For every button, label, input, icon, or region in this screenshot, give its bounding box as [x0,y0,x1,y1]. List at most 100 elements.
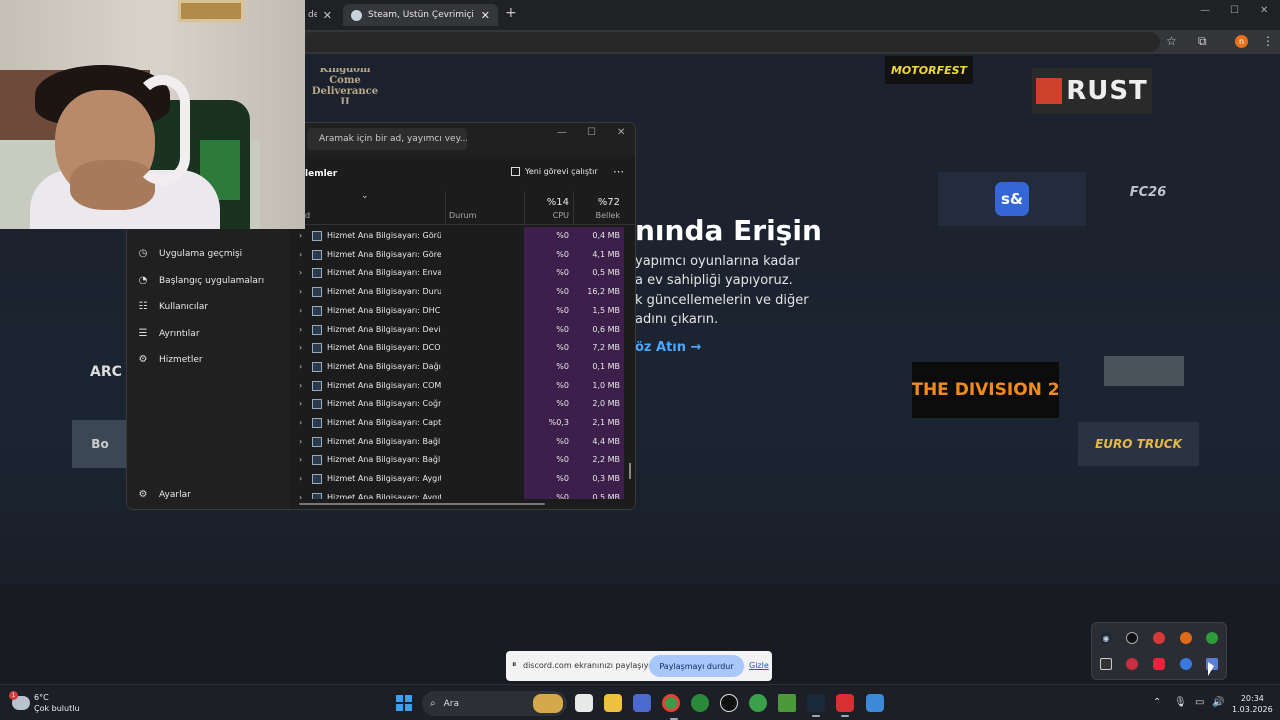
sidebar-item-settings[interactable]: ⚙ Ayarlar [137,489,191,500]
game-logo-small[interactable] [1104,356,1184,386]
weather-widget[interactable]: 1 6°C Çok bulutlu [9,691,80,714]
table-row[interactable]: › Hizmet Ana Bilgisayarı: Bağlı ... %0 2,2 … [290,451,635,470]
column-cpu[interactable]: CPU [527,211,569,220]
xbox-tray-icon[interactable] [1206,632,1218,644]
game-logo-motorfest[interactable]: MOTORFEST [885,56,973,84]
expand-chevron-icon[interactable]: › [299,493,302,499]
expand-chevron-icon[interactable]: › [299,381,302,390]
game-logo-division[interactable]: THE DIVISION 2 [912,362,1059,418]
close-window-icon[interactable]: ✕ [1260,5,1268,16]
hero-cta-link[interactable]: öz Atın → [635,340,701,355]
table-row[interactable]: › Hizmet Ana Bilgisayarı: Envant... %0 0,5 … [290,264,635,283]
expand-chevron-icon[interactable]: › [299,250,302,259]
table-row[interactable]: › Hizmet Ana Bilgisayarı: Duru... %0 16,2 M… [290,283,635,302]
cloud-tray-icon[interactable] [1180,658,1192,670]
extensions-icon[interactable]: ⧉ [1198,34,1207,49]
expand-chevron-icon[interactable]: › [299,343,302,352]
vertical-scrollbar[interactable] [629,463,631,479]
column-name[interactable]: d [305,211,310,220]
table-row[interactable]: › Hizmet Ana Bilgisayarı: DHCP ... %0 1,5 M… [290,302,635,321]
sidebar-item-users[interactable]: ☷ Kullanıcılar [137,301,209,312]
expand-chevron-icon[interactable]: › [299,437,302,446]
table-row[interactable]: › Hizmet Ana Bilgisayarı: Coğraf... %0 2,0 … [290,395,635,414]
table-row[interactable]: › Hizmet Ana Bilgisayarı: Görün... %0 0,4 M… [290,227,635,246]
taskbar-clock[interactable]: 20:34 1.03.2026 [1232,693,1273,715]
task-view-icon[interactable] [575,694,593,712]
game-logo-bo[interactable]: Bo [72,420,128,468]
more-icon[interactable]: ⋯ [613,165,624,178]
game-logo-euro-truck[interactable]: EURO TRUCK [1078,422,1199,466]
antivirus-tray-icon[interactable] [1153,632,1165,644]
table-row[interactable]: › Hizmet Ana Bilgisayarı: COM+... %0 1,0 MB [290,377,635,396]
game-logo-kcd[interactable]: Kingdom Come Deliverance II [305,68,385,104]
table-row[interactable]: › Hizmet Ana Bilgisayarı: Bağlı ... %0 4,4 … [290,433,635,452]
star-icon[interactable]: ☆ [1166,34,1177,48]
volume-icon[interactable]: 🔊 [1212,697,1224,708]
game-logo-sandbox[interactable]: s& [938,172,1086,226]
obs-icon[interactable] [720,694,738,712]
stop-sharing-button[interactable]: Paylaşmayı durdur [649,655,744,677]
file-explorer-icon[interactable] [604,694,622,712]
pause-icon[interactable]: ⏸ [512,660,517,670]
expand-chevron-icon[interactable]: › [299,325,302,334]
microphone-icon[interactable]: 🎙 [1174,697,1187,708]
sidebar-item-app-history[interactable]: ◷ Uygulama geçmişi [137,248,243,259]
horizontal-scrollbar[interactable] [299,503,545,505]
column-memory[interactable]: Bellek [572,211,620,220]
app-tray-icon[interactable] [1180,632,1192,644]
column-status[interactable]: Durum [449,211,476,220]
address-bar[interactable] [300,32,1160,52]
browser-tab-1[interactable]: de ✕ [300,4,340,26]
minimize-icon[interactable]: — [1200,5,1210,16]
table-row[interactable]: › Hizmet Ana Bilgisayarı: Görev ... %0 4,1 … [290,246,635,265]
expand-chevron-icon[interactable]: › [299,306,302,315]
expand-chevron-icon[interactable]: › [299,287,302,296]
expand-chevron-icon[interactable]: › [299,268,302,277]
minecraft-icon[interactable] [778,694,796,712]
collapse-chevron-icon[interactable]: ⌄ [361,191,369,201]
photos-icon[interactable] [866,694,884,712]
expand-chevron-icon[interactable]: › [299,362,302,371]
profile-avatar[interactable]: n [1235,35,1248,48]
expand-chevron-icon[interactable]: › [299,455,302,464]
expand-chevron-icon[interactable]: › [299,418,302,427]
expand-chevron-icon[interactable]: › [299,231,302,240]
table-row[interactable]: › Hizmet Ana Bilgisayarı: DCOM... %0 7,2 MB [290,339,635,358]
network-icon[interactable]: ▭ [1195,697,1204,708]
chevron-up-icon[interactable]: ⌃ [1153,697,1161,708]
chrome-icon[interactable] [662,694,680,720]
gaming-tray-icon[interactable] [1126,658,1138,670]
taskbar-search[interactable]: ⌕ Ara [422,691,567,716]
sidebar-item-details[interactable]: ☰ Ayrıntılar [137,328,200,339]
browser-menu-icon[interactable]: ⋮ [1262,34,1274,48]
game-app-icon[interactable] [836,694,854,717]
game-logo-rust[interactable]: RUST [1032,68,1152,114]
game-logo-fc[interactable]: FC26 [1110,176,1186,208]
table-row[interactable]: › Hizmet Ana Bilgisayarı: Dağıtıl... %0 0,1… [290,358,635,377]
obs-tray-icon[interactable] [1126,632,1138,644]
store-icon[interactable] [633,694,651,712]
close-icon[interactable]: ✕ [481,9,490,22]
expand-chevron-icon[interactable]: › [299,399,302,408]
minimize-icon[interactable]: — [557,127,567,138]
browser-tab-steam[interactable]: Steam, Üstün Çevrimiçi Oyun P ✕ [343,4,498,26]
task-manager-search-input[interactable]: Aramak için bir ad, yayımcı vey... [307,128,467,150]
game-logo-arc[interactable]: ARC [84,355,128,389]
media-tray-icon[interactable] [1153,658,1165,670]
new-tab-plus-icon[interactable]: + [505,5,517,21]
maximize-icon[interactable]: ☐ [587,127,596,138]
steam-app-icon[interactable] [807,694,825,717]
display-tray-icon[interactable] [1100,658,1112,670]
sidebar-item-services[interactable]: ⚙ Hizmetler [137,354,203,365]
run-new-task-button[interactable]: Yeni görevi çalıştır [511,167,598,176]
table-row[interactable]: › Hizmet Ana Bilgisayarı: Device... %0 0,6 … [290,321,635,340]
windows-start-icon[interactable] [396,695,412,711]
table-row[interactable]: › Hizmet Ana Bilgisayarı: Aygıt ... %0 0,3 … [290,470,635,489]
steam-tray-icon[interactable]: ◉ [1100,632,1112,644]
hide-link[interactable]: Gizle [749,661,769,670]
close-icon[interactable]: ✕ [323,9,332,22]
expand-chevron-icon[interactable]: › [299,474,302,483]
close-icon[interactable]: ✕ [617,127,625,138]
xbox-icon[interactable] [691,694,709,712]
table-row[interactable]: › Hizmet Ana Bilgisayarı: Captur... %0,3 2,… [290,414,635,433]
